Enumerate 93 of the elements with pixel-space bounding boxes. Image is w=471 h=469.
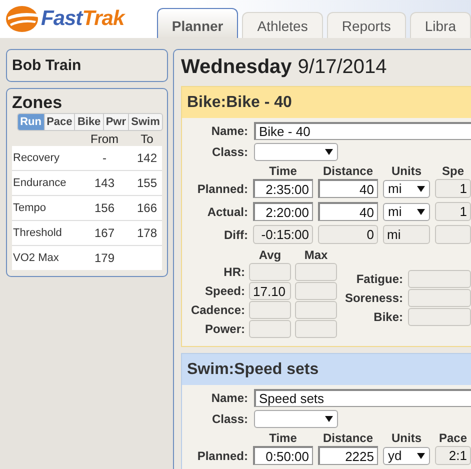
zone-from: 179	[94, 251, 115, 265]
caret-icon	[417, 208, 425, 214]
max-field[interactable]	[295, 282, 337, 300]
time-field: -0:15:00	[253, 225, 313, 244]
field-label: Name:	[210, 124, 248, 138]
rate-field: 2:1	[435, 446, 471, 465]
zone-to: 155	[136, 176, 158, 190]
workout-title: Bike:Bike - 40	[187, 94, 292, 112]
zone-to: 178	[136, 226, 158, 240]
row-label: Planned:	[196, 448, 248, 462]
zone-name: Threshold	[12, 227, 63, 239]
column-header: Distance	[322, 164, 374, 178]
zone-tab[interactable]: Pace	[44, 114, 74, 130]
nav-tab[interactable]: Athletes	[242, 12, 323, 38]
units-select[interactable]: yd	[383, 446, 430, 464]
logo-text: Fast	[41, 7, 82, 31]
athlete-name: Bob Train	[6, 49, 168, 82]
metric-label: HR:	[222, 265, 245, 279]
class-select[interactable]	[254, 410, 338, 428]
rating-field[interactable]	[408, 270, 471, 288]
units-field: mi	[383, 225, 430, 244]
zone-to: 166	[136, 201, 158, 215]
time-field[interactable]: 2:35:00	[253, 179, 313, 198]
workout-title: Swim:Speed sets	[187, 360, 319, 378]
metric-label: Speed:	[204, 284, 245, 298]
zone-name: VO2 Max	[12, 252, 60, 264]
zone-from: 156	[94, 201, 115, 215]
zones-title: Zones	[12, 93, 64, 113]
caret-icon	[417, 452, 425, 458]
metric-label: Cadence:	[190, 303, 245, 317]
rating-field[interactable]	[408, 308, 471, 326]
row-label: Diff:	[223, 228, 248, 242]
zone-to: 142	[136, 151, 158, 165]
nav-tab[interactable]: Reports	[326, 12, 406, 38]
zone-name: Tempo	[12, 202, 48, 214]
zone-name: Endurance	[12, 177, 68, 189]
metric-label: Power:	[204, 322, 245, 336]
row-label: Actual:	[206, 204, 248, 218]
column-header: Time	[268, 164, 298, 178]
max-field[interactable]	[295, 301, 337, 319]
zone-tab[interactable]: Swim	[128, 114, 162, 130]
logo-text: Trak	[82, 7, 124, 31]
zone-tab[interactable]: Bike	[74, 114, 103, 130]
field-label: Class:	[210, 412, 248, 426]
caret-icon	[325, 416, 333, 422]
zone-from: 143	[94, 176, 115, 190]
date: 9/17/2014	[298, 56, 387, 78]
class-select[interactable]	[254, 143, 338, 161]
units-select[interactable]: mi	[383, 180, 430, 198]
column-header: Units	[390, 164, 422, 178]
column-header: To	[140, 132, 154, 146]
distance-field[interactable]: 40	[318, 202, 378, 221]
column-header: Avg	[258, 248, 282, 262]
time-field[interactable]: 2:20:00	[253, 202, 313, 221]
rating-field[interactable]	[408, 289, 471, 307]
caret-icon	[325, 149, 333, 155]
rating-label: Bike:	[372, 310, 403, 324]
avg-field[interactable]	[249, 320, 291, 338]
avg-field[interactable]	[249, 301, 291, 319]
column-header: From	[90, 132, 120, 146]
distance-field[interactable]: 2225	[318, 446, 378, 465]
caret-icon	[417, 186, 425, 192]
weekday: Wednesday	[181, 56, 292, 78]
field-label: Class:	[210, 145, 248, 159]
time-field[interactable]: 0:50:00	[253, 446, 313, 465]
field-label: Name:	[210, 391, 248, 405]
rate-field: 1	[435, 202, 471, 221]
name-field[interactable]: Speed sets	[254, 389, 471, 407]
column-header: Distance	[322, 431, 374, 445]
distance-field[interactable]: 40	[318, 179, 378, 198]
rate-field: 1	[435, 179, 471, 198]
row-label: Planned:	[196, 182, 248, 196]
zone-from: 167	[94, 226, 115, 240]
max-field[interactable]	[295, 320, 337, 338]
avg-field[interactable]: 17.10	[249, 282, 291, 300]
rating-label: Soreness:	[344, 291, 403, 305]
zone-name: Recovery	[12, 152, 60, 164]
nav-tab[interactable]: Libra	[410, 12, 471, 38]
name-field[interactable]: Bike - 40	[254, 122, 471, 140]
column-header: Time	[268, 431, 298, 445]
logo-icon	[5, 5, 39, 33]
column-header: Units	[390, 431, 422, 445]
column-header: Max	[303, 248, 329, 262]
distance-field: 0	[318, 225, 378, 244]
units-select[interactable]: mi	[383, 202, 430, 220]
column-header: Pace	[438, 431, 468, 445]
rating-label: Fatigue:	[355, 272, 403, 286]
zone-from: -	[102, 151, 106, 165]
max-field[interactable]	[295, 263, 337, 281]
avg-field[interactable]	[249, 263, 291, 281]
nav-tab[interactable]: Planner	[156, 8, 238, 38]
zone-tab[interactable]: Pwr	[102, 114, 128, 130]
column-header: Spe	[440, 164, 465, 178]
